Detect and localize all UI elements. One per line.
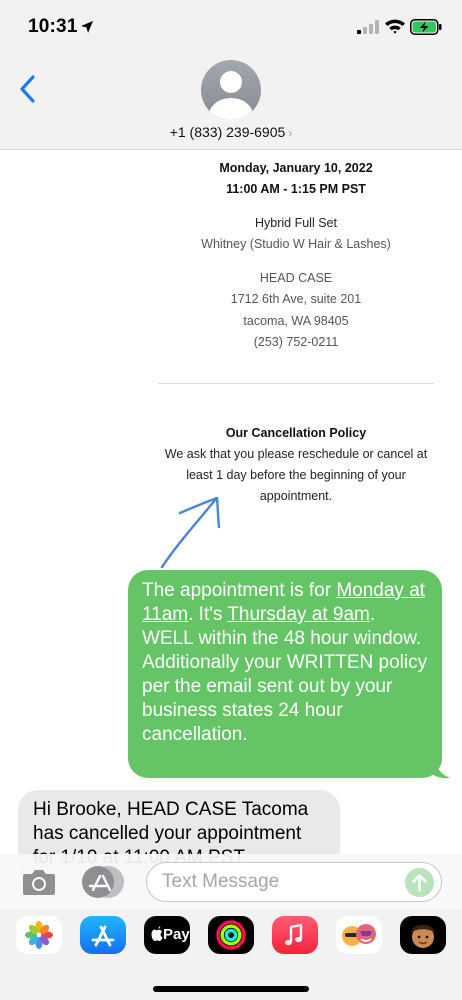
photos-icon bbox=[25, 921, 53, 949]
status-bar: 10:31 bbox=[0, 0, 462, 52]
date-link-thursday[interactable]: Thursday at 9am bbox=[227, 604, 370, 625]
outgoing-message-text: The appointment is for Monday at 11am. I… bbox=[142, 579, 428, 747]
memoji-stickers-icon bbox=[342, 924, 376, 946]
email-divider bbox=[158, 383, 434, 384]
policy-line-2: least 1 day before the beginning of your bbox=[186, 468, 406, 482]
outgoing-message-bubble[interactable]: The appointment is for Monday at 11am. I… bbox=[128, 570, 442, 778]
contact-details-link[interactable]: +1 (833) 239-6905 › bbox=[0, 124, 462, 140]
app-store-app-button[interactable] bbox=[80, 916, 126, 954]
camera-icon[interactable] bbox=[22, 868, 56, 896]
policy-title: Our Cancellation Policy bbox=[225, 426, 367, 440]
music-app-button[interactable] bbox=[272, 916, 318, 954]
business-phone: (253) 752-0211 bbox=[253, 335, 339, 349]
address-line-2: tacoma, WA 98405 bbox=[243, 314, 349, 328]
activity-app-button[interactable] bbox=[208, 916, 254, 954]
memoji-app-button[interactable] bbox=[400, 916, 446, 954]
contact-avatar[interactable] bbox=[201, 60, 261, 120]
location-arrow-icon bbox=[81, 21, 93, 33]
photos-app-button[interactable] bbox=[16, 916, 62, 954]
app-store-drawer-icon[interactable] bbox=[82, 866, 124, 898]
message-input[interactable] bbox=[146, 862, 442, 902]
policy-line-1: We ask that you please reschedule or can… bbox=[164, 447, 428, 461]
app-store-icon bbox=[91, 925, 115, 947]
clock-time: 10:31 bbox=[28, 16, 78, 37]
stylist-name: Whitney (Studio W Hair & Lashes) bbox=[201, 237, 391, 251]
message-text-segment: Additionally your WRITTEN policy per the… bbox=[142, 652, 428, 745]
business-name: HEAD CASE bbox=[259, 271, 333, 285]
apple-pay-app-button[interactable]: Pay bbox=[144, 916, 190, 954]
memoji-stickers-app-button[interactable] bbox=[336, 916, 382, 954]
memoji-icon bbox=[411, 924, 435, 948]
conversation-header: +1 (833) 239-6905 › bbox=[0, 52, 462, 150]
wifi-icon bbox=[385, 19, 405, 34]
contact-phone-number: +1 (833) 239-6905 bbox=[169, 124, 286, 140]
compose-bar bbox=[0, 854, 462, 910]
apple-pay-label: Pay bbox=[163, 926, 190, 943]
home-indicator[interactable] bbox=[153, 986, 309, 992]
message-text-segment: . It's bbox=[188, 604, 228, 625]
service-name: Hybrid Full Set bbox=[255, 216, 337, 230]
annotation-arrow-icon bbox=[160, 496, 221, 569]
avatar-body-shape bbox=[209, 98, 253, 120]
appointment-date: Monday, January 10, 2022 bbox=[219, 161, 373, 175]
address-line-1: 1712 6th Ave, suite 201 bbox=[230, 292, 362, 306]
appointment-time-range: 11:00 AM - 1:15 PM PST bbox=[226, 182, 366, 196]
battery-charging-icon bbox=[410, 19, 442, 35]
music-icon bbox=[285, 923, 303, 946]
message-text-segment: The appointment is for bbox=[142, 580, 337, 601]
send-arrow-icon[interactable] bbox=[405, 868, 434, 897]
back-chevron-icon[interactable] bbox=[18, 74, 38, 104]
avatar-head-shape bbox=[220, 71, 242, 93]
bubble-tail-shape bbox=[428, 752, 450, 779]
cellular-signal-icon bbox=[357, 20, 379, 34]
activity-icon bbox=[216, 920, 246, 950]
chevron-right-icon: › bbox=[288, 126, 293, 140]
